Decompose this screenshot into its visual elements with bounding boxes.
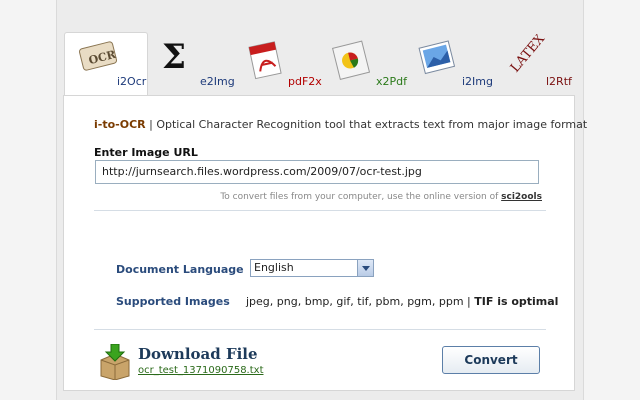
sigma-icon: Σ bbox=[162, 37, 186, 76]
tab-e2img[interactable]: Σ e2Img bbox=[156, 32, 235, 96]
url-label: Enter Image URL bbox=[94, 146, 198, 159]
sci2ools-link[interactable]: sci2ools bbox=[501, 192, 542, 202]
download-title: Download File bbox=[138, 345, 258, 363]
divider bbox=[94, 329, 546, 330]
ocr-panel: i-to-OCR | Optical Character Recognition… bbox=[63, 95, 587, 391]
language-label: Document Language bbox=[116, 263, 244, 276]
tab-l2rtf[interactable]: LATEX l2Rtf bbox=[500, 32, 584, 96]
tab-label: x2Pdf bbox=[376, 75, 407, 88]
tab-i2ocr[interactable]: OCR i2Ocr bbox=[64, 32, 148, 96]
supported-images-list: jpeg, png, bmp, gif, tif, pbm, pgm, ppm … bbox=[246, 295, 559, 308]
tool-description: i-to-OCR | Optical Character Recognition… bbox=[94, 118, 588, 131]
language-selected-value: English bbox=[254, 261, 294, 274]
tab-label: e2Img bbox=[200, 75, 235, 88]
tab-label: i2Ocr bbox=[117, 75, 147, 88]
tab-pdf2x[interactable]: pdF2x bbox=[242, 32, 326, 96]
image-icon bbox=[418, 40, 456, 75]
language-select[interactable]: English bbox=[250, 259, 374, 277]
download-file-link[interactable]: ocr_test_1371090758.txt bbox=[138, 365, 264, 376]
upload-hint: To convert files from your computer, use… bbox=[220, 192, 542, 202]
tab-label: pdF2x bbox=[288, 75, 322, 88]
chart-document-icon bbox=[331, 40, 371, 80]
tab-i2img[interactable]: i2Img bbox=[414, 32, 496, 96]
svg-text:Σ: Σ bbox=[162, 37, 186, 76]
tif-optimal-note: TIF is optimal bbox=[474, 295, 559, 308]
chevron-down-icon[interactable] bbox=[357, 260, 373, 276]
description-text: Optical Character Recognition tool that … bbox=[156, 118, 588, 131]
tab-label: l2Rtf bbox=[546, 75, 572, 88]
supported-images-label: Supported Images bbox=[116, 295, 230, 308]
tab-label: i2Img bbox=[462, 75, 493, 88]
brand-name: i-to-OCR bbox=[94, 118, 146, 131]
image-url-input[interactable]: http://jurnsearch.files.wordpress.com/20… bbox=[95, 160, 539, 184]
divider bbox=[94, 210, 546, 211]
ocr-icon: OCR bbox=[78, 41, 118, 71]
pdf-icon bbox=[248, 41, 282, 80]
convert-button[interactable]: Convert bbox=[442, 346, 540, 374]
download-box-icon bbox=[100, 344, 130, 380]
tool-tabs: OCR i2Ocr Σ e2Img pdF2x x2Pdf i2Img LATE… bbox=[64, 32, 584, 96]
latex-icon: LATEX bbox=[508, 34, 546, 76]
tab-x2pdf[interactable]: x2Pdf bbox=[328, 32, 412, 96]
svg-text:LATEX: LATEX bbox=[508, 34, 546, 76]
